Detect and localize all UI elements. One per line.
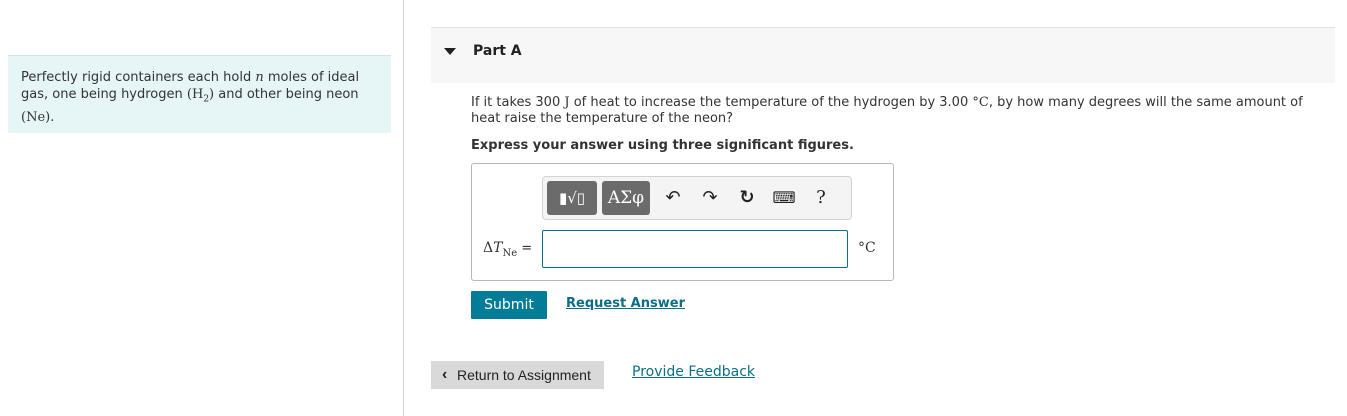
undo-icon[interactable]: ↶: [661, 187, 685, 209]
return-label: Return to Assignment: [457, 367, 591, 383]
intro-text-d: .: [50, 109, 55, 125]
template-button[interactable]: ▮√▯: [547, 181, 597, 215]
greek-symbols-button[interactable]: ΑΣφ: [602, 181, 650, 215]
problem-intro: Perfectly rigid containers each hold n m…: [8, 55, 391, 133]
intro-n: n: [255, 70, 264, 85]
redo-icon[interactable]: ↷: [698, 187, 722, 209]
question-unit-c: °C: [972, 95, 989, 110]
intro-h2: (H: [186, 87, 204, 102]
answer-box: ▮√▯ ΑΣφ ↶ ↷ ↻ ⌨ ? ΔTNe = °C: [471, 163, 894, 281]
intro-ne: (Ne): [21, 109, 51, 125]
math-toolbar: ▮√▯ ΑΣφ ↶ ↷ ↻ ⌨ ?: [542, 176, 852, 220]
submit-button[interactable]: Submit: [471, 291, 547, 319]
intro-text-c: and other being neon: [214, 87, 359, 102]
answer-label-eq: =: [517, 241, 533, 256]
part-header[interactable]: Part A: [431, 27, 1335, 83]
left-panel: Perfectly rigid containers each hold n m…: [0, 0, 404, 416]
question-a: If it takes 300: [471, 95, 565, 110]
intro-text-a: Perfectly rigid containers each hold: [21, 70, 256, 85]
chevron-left-icon: ‹: [442, 366, 448, 383]
part-title: Part A: [473, 43, 522, 59]
request-answer-link[interactable]: Request Answer: [566, 296, 685, 311]
return-to-assignment-button[interactable]: ‹ Return to Assignment: [431, 361, 604, 389]
answer-unit: °C: [858, 240, 876, 256]
answer-label-sub: Ne: [502, 247, 518, 259]
question-text: If it takes 300 J of heat to increase th…: [471, 95, 1321, 127]
reset-icon[interactable]: ↻: [735, 187, 759, 209]
caret-down-icon[interactable]: [444, 48, 456, 55]
question-b: of heat to increase the temperature of t…: [569, 95, 973, 110]
provide-feedback-link[interactable]: Provide Feedback: [632, 364, 755, 380]
help-icon[interactable]: ?: [809, 187, 833, 209]
answer-label: ΔTNe =: [483, 240, 532, 259]
answer-label-delta: Δ: [483, 240, 494, 256]
keyboard-icon[interactable]: ⌨: [772, 187, 796, 209]
instruction-text: Express your answer using three signific…: [471, 138, 854, 153]
answer-input[interactable]: [542, 230, 848, 268]
